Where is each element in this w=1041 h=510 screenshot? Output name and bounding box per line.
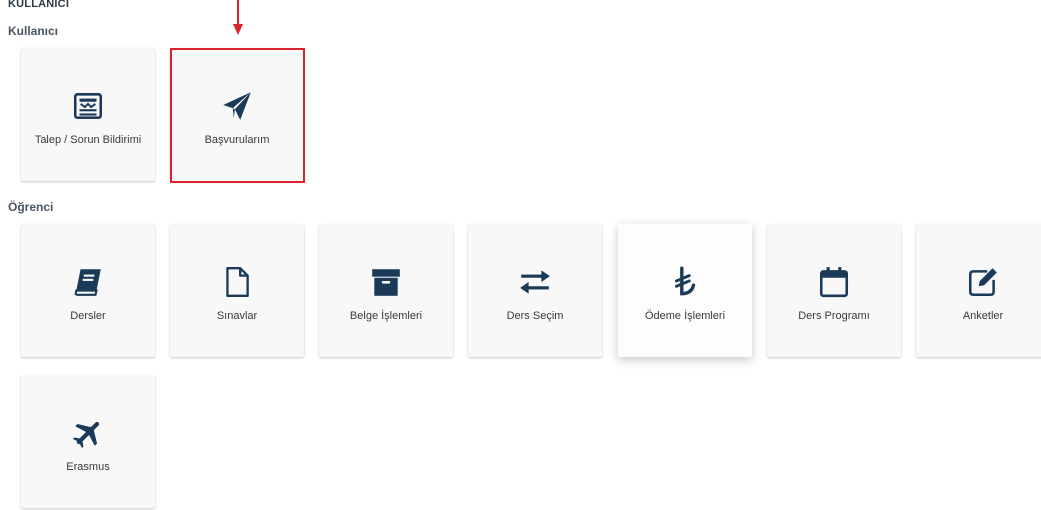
- card-label: Başvurularım: [204, 134, 270, 146]
- card-erasmus[interactable]: Erasmus: [21, 375, 155, 508]
- exchange-arrows-icon: [517, 264, 553, 300]
- card-label: Dersler: [70, 310, 106, 322]
- card-label: Erasmus: [66, 461, 110, 473]
- annotation-arrow: [233, 0, 243, 35]
- card-sinavlar[interactable]: Sınavlar: [170, 224, 304, 357]
- card-ders-programi[interactable]: Ders Programı: [767, 224, 901, 357]
- card-ders-secim[interactable]: Ders Seçim: [468, 224, 602, 357]
- section-header: KULLANICI: [8, 0, 70, 10]
- lira-icon: [667, 264, 703, 300]
- file-icon: [219, 264, 255, 300]
- card-label: Sınavlar: [216, 310, 258, 322]
- card-label: Talep / Sorun Bildirimi: [34, 134, 142, 146]
- group-title-student: Öğrenci: [8, 200, 54, 214]
- card-label: Ders Programı: [798, 310, 870, 322]
- card-label: Anketler: [962, 310, 1004, 322]
- card-label: Ödeme İşlemleri: [644, 310, 726, 322]
- newspaper-icon: [70, 88, 106, 124]
- card-label: Ders Seçim: [506, 310, 564, 322]
- card-belge-islemleri[interactable]: Belge İşlemleri: [319, 224, 453, 357]
- edit-icon: [965, 264, 1001, 300]
- card-anketler[interactable]: Anketler: [916, 224, 1041, 357]
- group-title-user: Kullanıcı: [8, 24, 59, 38]
- paper-plane-icon: [219, 88, 255, 124]
- card-label: Belge İşlemleri: [349, 310, 423, 322]
- card-talep-sorun-bildirimi[interactable]: Talep / Sorun Bildirimi: [21, 48, 155, 181]
- plane-icon: [70, 415, 106, 451]
- calendar-icon: [816, 264, 852, 300]
- card-dersler[interactable]: Dersler: [21, 224, 155, 357]
- archive-box-icon: [368, 264, 404, 300]
- card-odeme-islemleri[interactable]: Ödeme İşlemleri: [618, 224, 752, 357]
- book-icon: [70, 264, 106, 300]
- card-basvurularim[interactable]: Başvurularım: [170, 48, 304, 181]
